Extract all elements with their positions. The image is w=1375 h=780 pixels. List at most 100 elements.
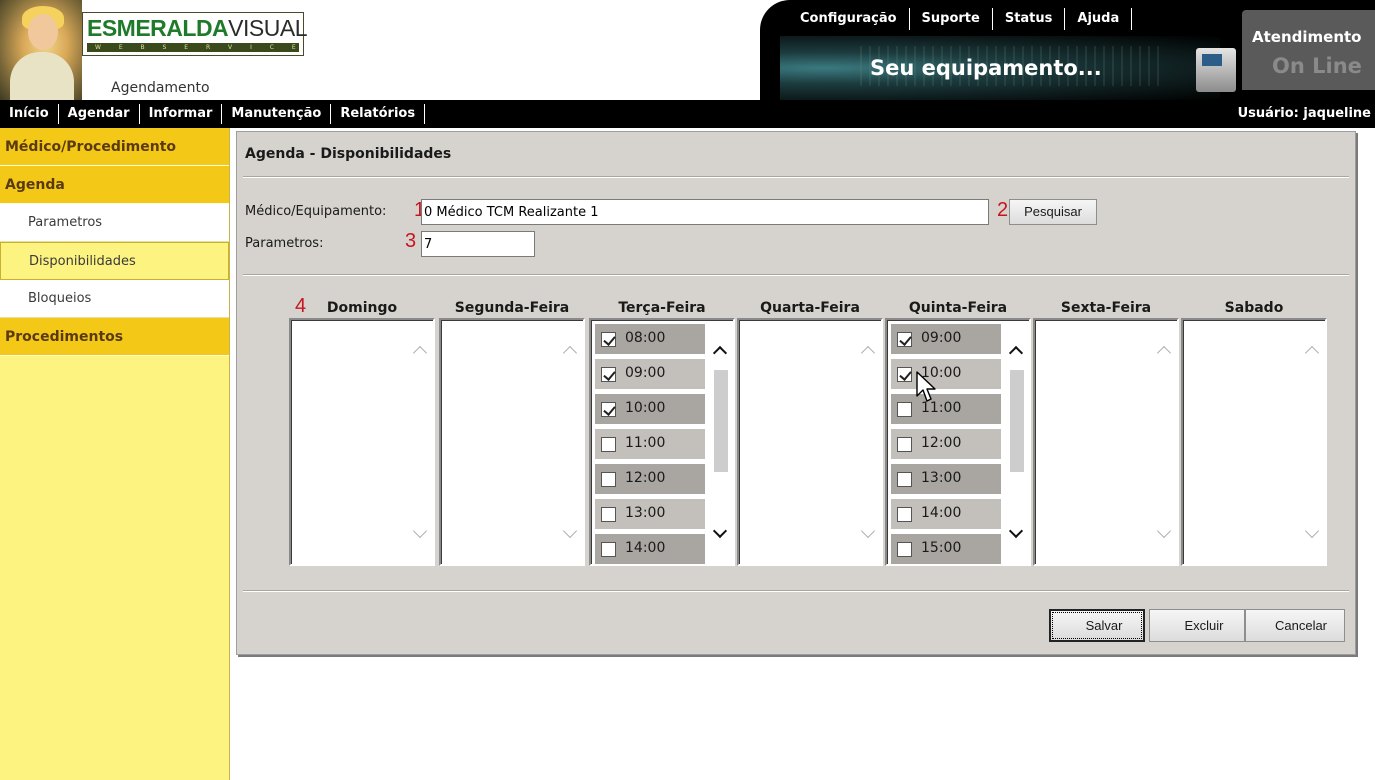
time-slot-quinta[interactable]: 14:00 [891,499,1001,529]
time-slot-quinta[interactable]: 10:00 [891,359,1001,389]
time-slot-terca[interactable]: 14:00 [595,534,705,564]
divider [243,176,1349,178]
slot-checkbox[interactable] [897,472,912,487]
scroll-down-icon[interactable] [712,523,728,539]
sidebar-item-procedimentos[interactable]: Procedimentos [0,318,229,356]
slot-checkbox[interactable] [897,332,912,347]
scroll-up-icon[interactable] [562,345,578,361]
slot-checkbox[interactable] [897,437,912,452]
scroll-up-icon[interactable] [1304,345,1320,361]
scroll-down-icon[interactable] [412,523,428,539]
logo[interactable]: ESMERALDAVISUAL W E B S E R V I C E [82,12,307,56]
slot-checkbox[interactable] [601,332,616,347]
scroll-up-icon[interactable] [1156,345,1172,361]
top-menu-ajuda[interactable]: Ajuda [1065,8,1133,30]
marker-2: 2 [997,199,1009,221]
availability-panel: Agenda - Disponibilidades Médico/Equipam… [236,131,1356,655]
day-list-terca[interactable]: 08:00 09:00 10:00 11:00 12:00 13:00 14:00 [589,318,735,566]
scrollbar[interactable] [712,322,731,562]
slot-time-label: 08:00 [625,330,666,346]
time-slot-quinta[interactable]: 13:00 [891,464,1001,494]
top-menu: Configuração Suporte Status Ajuda [788,8,1133,30]
scrollbar[interactable] [1156,322,1175,562]
time-slot-quinta[interactable]: 11:00 [891,394,1001,424]
slot-checkbox[interactable] [897,402,912,417]
scrollbar[interactable] [1008,322,1027,562]
scrollbar[interactable] [412,322,431,562]
pesquisar-button[interactable]: Pesquisar [1009,199,1097,225]
sidebar-item-disponibilidades[interactable]: Disponibilidades [0,242,229,280]
page-title: Agenda - Disponibilidades [245,146,452,162]
time-slot-quinta[interactable]: 12:00 [891,429,1001,459]
day-list-quinta[interactable]: 09:00 10:00 11:00 12:00 13:00 14:00 15:00 [885,318,1031,566]
time-slot-terca[interactable]: 12:00 [595,464,705,494]
scroll-thumb[interactable] [1010,370,1024,472]
atendimento-online-button[interactable]: Atendimento On Line [1242,10,1375,90]
logo-text-green: ESMERALDA [87,15,229,41]
scroll-down-icon[interactable] [860,523,876,539]
excluir-button[interactable]: Excluir [1149,609,1245,642]
nav-relatorios[interactable]: Relatórios [331,104,426,124]
slot-checkbox[interactable] [601,542,616,557]
scrollbar[interactable] [562,322,581,562]
sidebar-item-parametros[interactable]: Parametros [0,204,229,242]
time-slot-quinta[interactable]: 09:00 [891,324,1001,354]
top-menu-status[interactable]: Status [993,8,1066,30]
scroll-up-icon[interactable] [1008,345,1024,361]
slot-time-label: 12:00 [921,435,962,451]
day-list-sabado[interactable] [1181,318,1327,566]
nav-manutencao[interactable]: Manutenção [222,104,332,124]
day-list-sexta[interactable] [1033,318,1179,566]
scroll-up-icon[interactable] [860,345,876,361]
scroll-up-icon[interactable] [412,345,428,361]
sidebar-item-medico-procedimento[interactable]: Médico/Procedimento [0,128,229,166]
medico-label: Médico/Equipamento: [245,204,387,219]
scroll-down-icon[interactable] [562,523,578,539]
scroll-thumb[interactable] [714,370,728,472]
day-header-quinta: Quinta-Feira [908,300,1008,316]
slot-checkbox[interactable] [897,507,912,522]
header: ESMERALDAVISUAL W E B S E R V I C E Agen… [0,0,1375,100]
nav-inicio[interactable]: Início [0,104,59,124]
slot-checkbox[interactable] [601,472,616,487]
top-menu-suporte[interactable]: Suporte [910,8,993,30]
slot-checkbox[interactable] [897,367,912,382]
slot-checkbox[interactable] [601,367,616,382]
slot-time-label: 10:00 [625,400,666,416]
slot-time-label: 13:00 [921,470,962,486]
scrollbar[interactable] [860,322,879,562]
slot-checkbox[interactable] [897,542,912,557]
time-slot-terca[interactable]: 13:00 [595,499,705,529]
parametros-input[interactable] [421,231,535,257]
time-slot-quinta[interactable]: 15:00 [891,534,1001,564]
scroll-down-icon[interactable] [1156,523,1172,539]
nav-informar[interactable]: Informar [140,104,223,124]
day-list-quarta[interactable] [737,318,883,566]
day-list-domingo[interactable] [289,318,435,566]
salvar-button[interactable]: Salvar [1049,609,1145,642]
slot-checkbox[interactable] [601,437,616,452]
time-slot-terca[interactable]: 09:00 [595,359,705,389]
scroll-down-icon[interactable] [1008,523,1024,539]
slot-time-label: 14:00 [625,540,666,556]
online-label: On Line [1272,54,1362,78]
scrollbar[interactable] [1304,322,1323,562]
time-slot-terca[interactable]: 08:00 [595,324,705,354]
time-slot-terca[interactable]: 11:00 [595,429,705,459]
nav-agendar[interactable]: Agendar [59,104,140,124]
top-menu-configuracao[interactable]: Configuração [788,8,910,30]
slot-time-label: 15:00 [921,540,962,556]
slot-checkbox[interactable] [601,402,616,417]
cancelar-button[interactable]: Cancelar [1245,609,1345,642]
slot-checkbox[interactable] [601,507,616,522]
medico-input[interactable] [421,199,989,225]
slot-time-label: 11:00 [625,435,666,451]
scroll-up-icon[interactable] [712,345,728,361]
day-list-segunda[interactable] [439,318,585,566]
scroll-down-icon[interactable] [1304,523,1320,539]
slot-time-label: 09:00 [625,365,666,381]
sidebar-item-agenda[interactable]: Agenda [0,166,229,204]
time-slot-terca[interactable]: 10:00 [595,394,705,424]
day-header-domingo: Domingo [326,300,398,316]
sidebar-item-bloqueios[interactable]: Bloqueios [0,280,229,318]
